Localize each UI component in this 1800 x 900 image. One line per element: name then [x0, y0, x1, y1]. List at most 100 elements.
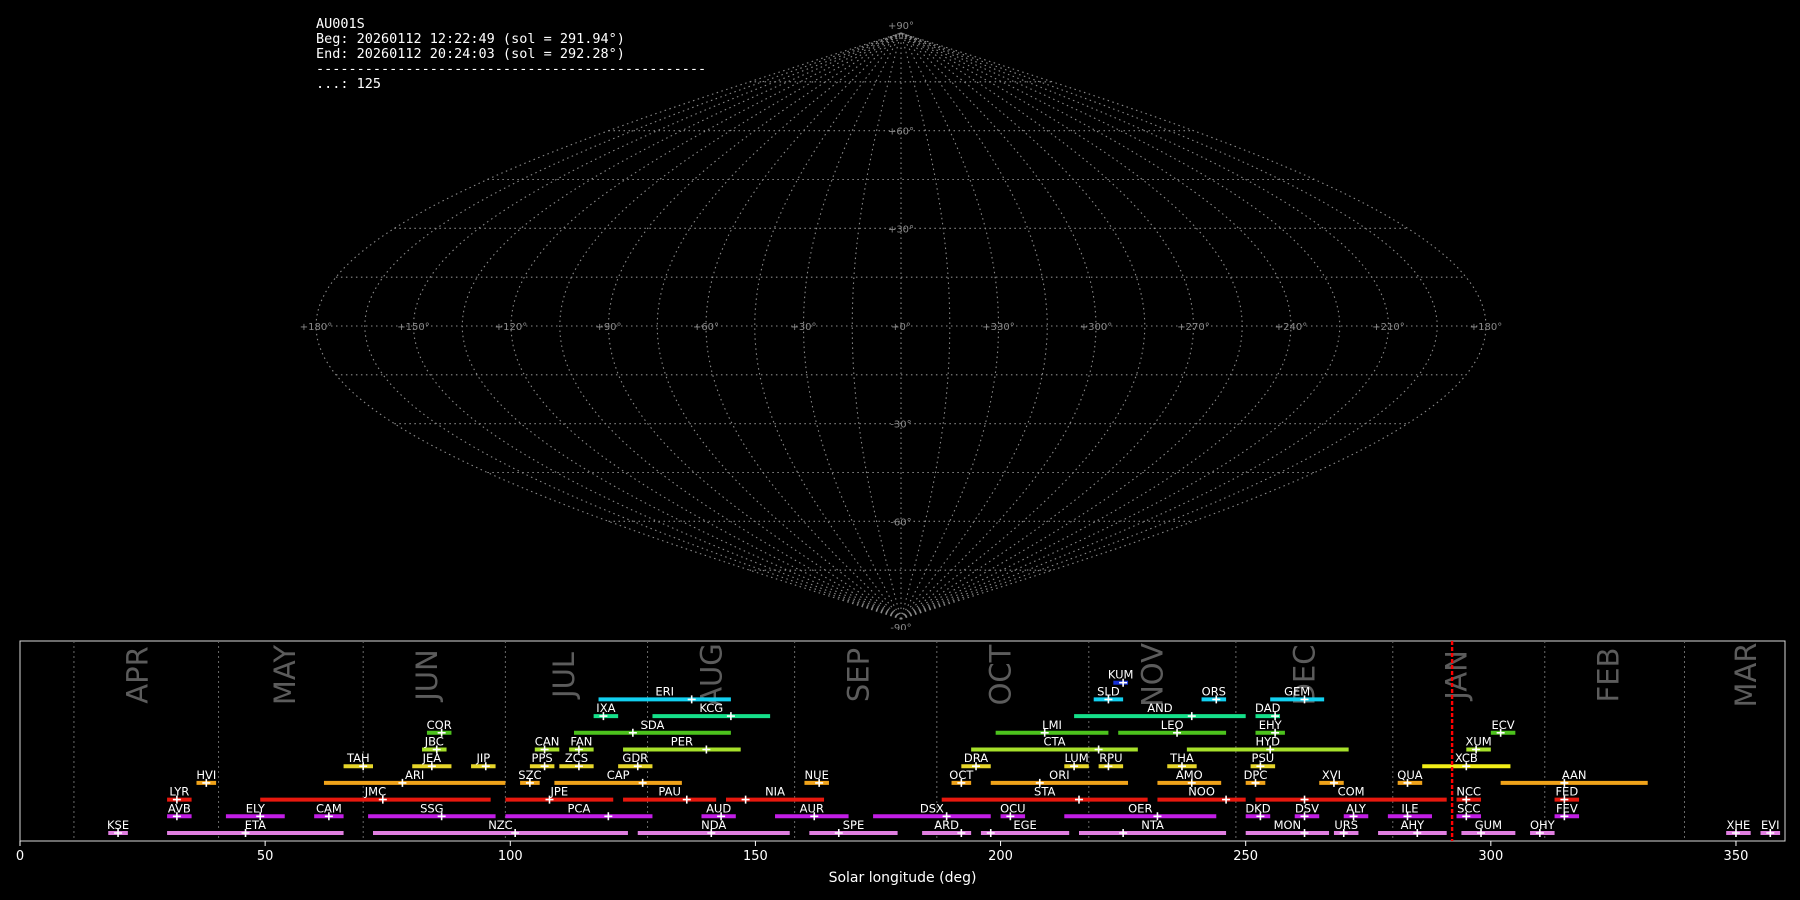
shower-label: KSE — [107, 818, 129, 832]
shower-peak-marker — [1187, 778, 1196, 787]
shower-peak-marker — [172, 795, 181, 804]
shower-label: ERI — [655, 684, 674, 698]
shower-label: DRA — [964, 751, 988, 765]
meridian-line — [364, 32, 902, 620]
longitude-label: +60° — [693, 322, 719, 333]
shower-peak-marker — [1035, 778, 1044, 787]
shower-label: DAD — [1255, 701, 1281, 715]
shower-label: GUM — [1475, 818, 1502, 832]
shower-peak-marker — [1300, 695, 1309, 704]
shower-peak-marker — [1560, 778, 1569, 787]
shower-peak-marker — [511, 829, 520, 837]
longitude-label: +300° — [1080, 322, 1112, 333]
shower-peak-marker — [1222, 795, 1231, 804]
shower-peak-marker — [726, 712, 735, 721]
shower-peak-marker — [599, 712, 608, 721]
shower-peak-marker — [540, 762, 549, 771]
shower-peak-marker — [957, 778, 966, 787]
shower-label: ZCS — [565, 751, 588, 765]
shower-label: SLD — [1097, 684, 1120, 698]
shower-label: ARI — [405, 768, 424, 782]
shower-label: QUA — [1397, 768, 1422, 782]
shower-peak-marker — [633, 762, 642, 771]
sky-map: +90° +60° +30° -30° -60° -90° +180° +150° +120° +… — [300, 21, 1502, 630]
shower-label: URS — [1334, 818, 1358, 832]
shower-label: NTA — [1141, 818, 1164, 832]
shower-label: ILE — [1401, 801, 1418, 815]
shower-peak-marker — [1119, 829, 1128, 837]
shower-peak-marker — [638, 778, 647, 787]
shower-label: GEM — [1284, 684, 1310, 698]
shower-label: CAM — [316, 801, 342, 815]
month-label: DEC — [1288, 645, 1322, 706]
shower-peak-marker — [1119, 678, 1128, 687]
shower-label: JIP — [475, 751, 490, 765]
shower-peak-marker — [1329, 778, 1338, 787]
shower-label: CAP — [607, 768, 630, 782]
latitude-label: -90° — [890, 623, 911, 630]
shower-peak-marker — [1339, 829, 1348, 837]
shower-label: OHY — [1530, 818, 1556, 832]
shower-label: JMC — [364, 785, 386, 799]
shower-label: DPC — [1244, 768, 1268, 782]
meridian-line — [900, 32, 1390, 620]
timeline-frame — [19, 640, 1786, 842]
shower-label: FED — [1555, 785, 1578, 799]
shower-label: ALY — [1346, 801, 1367, 815]
shower-label: PSU — [1252, 751, 1275, 765]
month-label: NOV — [1136, 643, 1170, 707]
shower-peak-marker — [1173, 728, 1182, 737]
shower-label: KCG — [699, 701, 723, 715]
shower-label: PAU — [658, 785, 680, 799]
shower-peak-marker — [525, 778, 534, 787]
shower-peak-marker — [114, 829, 123, 837]
month-label: JUL — [547, 652, 581, 700]
shower-label: SZC — [518, 768, 541, 782]
longitude-label: +150° — [397, 322, 429, 333]
longitude-label: +120° — [495, 322, 527, 333]
shower-peak-marker — [702, 745, 711, 754]
shower-label: AAN — [1562, 768, 1587, 782]
shower-peak-marker — [574, 745, 583, 754]
shower-peak-marker — [481, 762, 490, 771]
shower-label: SPE — [843, 818, 865, 832]
shower-peak-marker — [540, 745, 549, 754]
longitude-label: +180° — [300, 322, 332, 333]
shower-label: AUD — [706, 801, 731, 815]
shower-peak-marker — [1300, 829, 1309, 837]
shower-label: LUM — [1064, 751, 1088, 765]
shower-peak-marker — [574, 762, 583, 771]
shower-peak-marker — [628, 728, 637, 737]
month-label: MAY — [268, 645, 302, 706]
shower-label: AMO — [1176, 768, 1203, 782]
shower-peak-marker — [256, 812, 265, 821]
shower-label: PER — [671, 735, 693, 749]
shower-peak-marker — [1731, 829, 1740, 837]
shower-label: FAN — [570, 735, 592, 749]
shower-label: RPU — [1099, 751, 1122, 765]
shower-label: HVI — [196, 768, 216, 782]
shower-peak-marker — [957, 829, 966, 837]
shower-peak-marker — [437, 812, 446, 821]
shower-label: LMI — [1042, 718, 1062, 732]
shower-label: SDA — [641, 718, 665, 732]
shower-peak-marker — [1271, 712, 1280, 721]
shower-label: CTA — [1043, 735, 1065, 749]
shower-label: KUM — [1108, 668, 1134, 682]
shower-peak-marker — [1256, 762, 1265, 771]
shower-peak-marker — [1560, 795, 1569, 804]
shower-label: ORS — [1202, 684, 1226, 698]
longitude-label: +0° — [891, 322, 911, 333]
shower-peak-marker — [815, 778, 824, 787]
shower-peak-marker — [1462, 812, 1471, 821]
shower-peak-marker — [986, 829, 995, 837]
x-tick-label: 100 — [498, 849, 523, 864]
shower-label: NCC — [1456, 785, 1481, 799]
shower-label: XCB — [1455, 751, 1478, 765]
shower-label: JBC — [424, 735, 444, 749]
latitude-label: -30° — [890, 420, 911, 431]
shower-peak-marker — [241, 829, 250, 837]
shower-peak-marker — [687, 695, 696, 704]
shower-label: NOO — [1188, 785, 1215, 799]
shower-peak-marker — [1104, 695, 1113, 704]
